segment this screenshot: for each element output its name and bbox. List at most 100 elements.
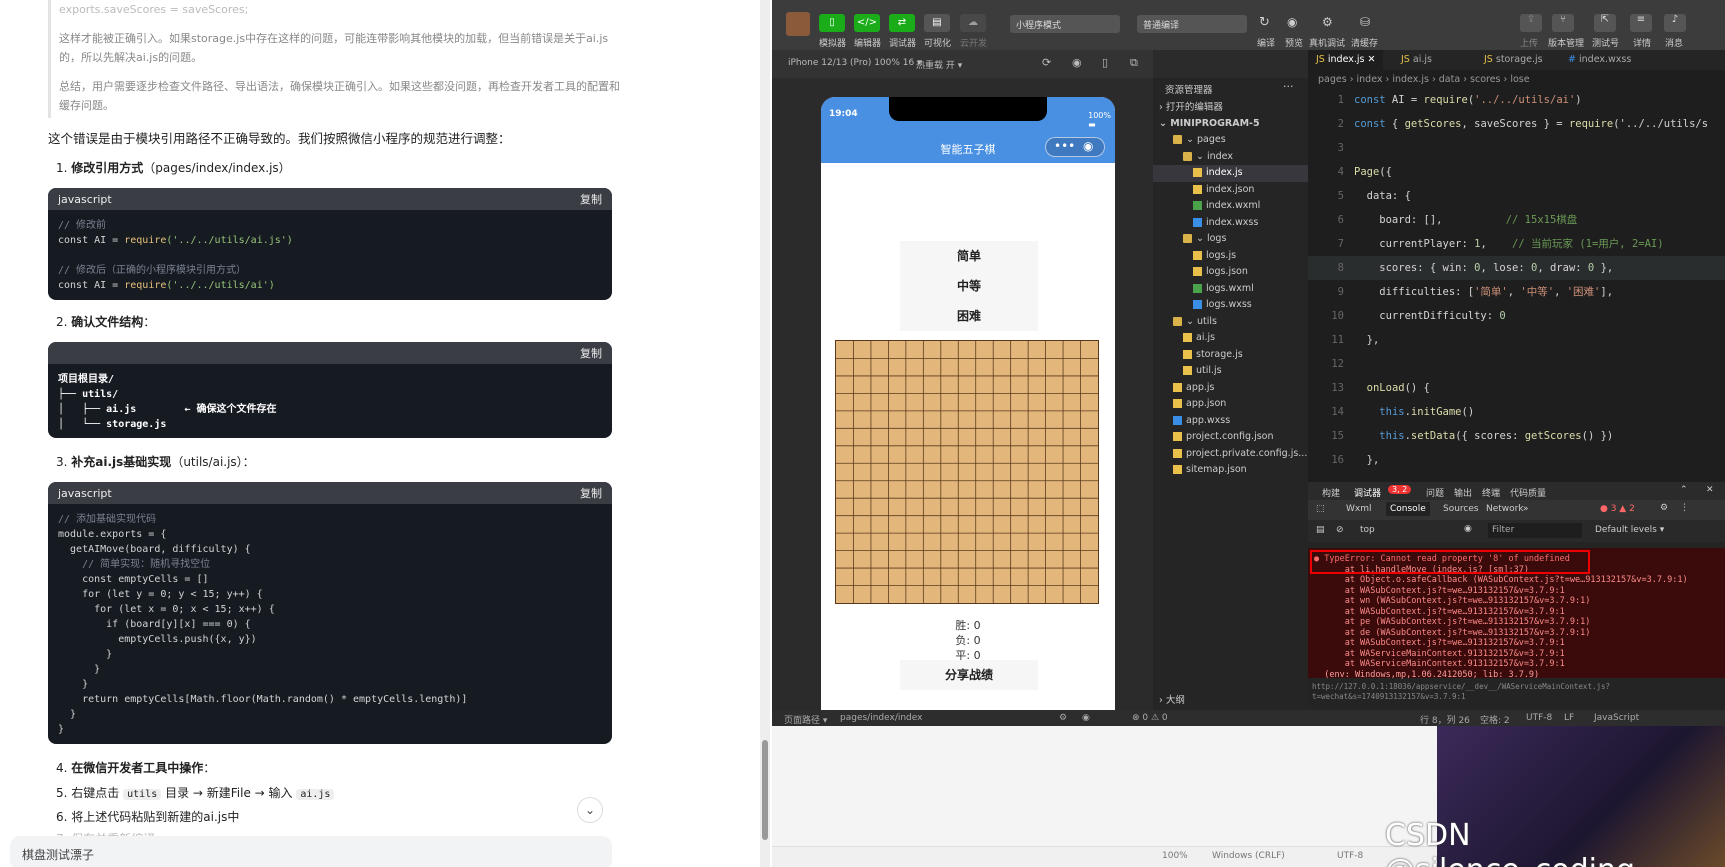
console-tab[interactable]: Wxml <box>1346 504 1372 514</box>
eye-icon[interactable]: ◉ <box>1082 713 1090 723</box>
kebab-icon[interactable]: ⋮ <box>1680 503 1689 513</box>
tree-folder[interactable]: ⌄ pages <box>1153 132 1308 149</box>
avatar[interactable] <box>786 12 810 36</box>
tree-file[interactable]: util.js <box>1153 363 1308 380</box>
console-error-line[interactable]: at WASubContext.js?t=we…913132157&v=3.7.… <box>1314 607 1719 618</box>
editor-line[interactable]: 6 board: [], // 15x15棋盘 <box>1308 208 1725 232</box>
console-error-line[interactable]: at WAServiceMainContext.913132157&v=3.7.… <box>1314 649 1719 660</box>
editor-line[interactable]: 15 this.setData({ scores: getScores() }) <box>1308 424 1725 448</box>
tree-file[interactable]: app.js <box>1153 380 1308 397</box>
preview-icon[interactable]: ◉ <box>1287 15 1297 29</box>
project-root[interactable]: ⌄ MINIPROGRAM-5 <box>1159 116 1260 133</box>
tree-file[interactable]: logs.wxss <box>1153 297 1308 314</box>
compile-icon[interactable]: ↻ <box>1259 15 1270 30</box>
tree-file[interactable]: index.wxss <box>1153 215 1308 232</box>
open-editors-section[interactable]: › 打开的编辑器 <box>1159 100 1223 117</box>
outline-section[interactable]: › 大纲 <box>1159 693 1185 710</box>
mode-dropdown[interactable]: 小程序模式 <box>1010 15 1120 33</box>
devtools-tab[interactable]: 构建 <box>1322 486 1340 499</box>
source-url[interactable]: http://127.0.0.1:18036/appservice/__dev_… <box>1312 682 1722 702</box>
more-dots-icon[interactable]: ••• <box>1054 139 1075 153</box>
console-error-line[interactable]: at wn (WASubContext.js?t=we…913132157&v=… <box>1314 596 1719 607</box>
editor-line[interactable]: 9 difficulties: ['简单', '中等', '困难'], <box>1308 280 1725 304</box>
difficulty-easy-button[interactable]: 简单 <box>900 241 1038 271</box>
record-icon[interactable]: ◉ <box>1072 56 1082 69</box>
devtools-tab-active[interactable]: 调试器 <box>1354 486 1381 499</box>
copy-button[interactable]: 复制 <box>580 485 602 501</box>
collapse-icon[interactable]: ⌃ <box>1680 485 1688 495</box>
tree-file[interactable]: ai.js <box>1153 330 1308 347</box>
more-icon[interactable]: ··· <box>1283 80 1294 93</box>
breadcrumb[interactable]: pages › index › index.js › data › scores… <box>1318 74 1530 85</box>
context-select[interactable]: top <box>1360 525 1455 535</box>
tree-folder[interactable]: ⌄ logs <box>1153 231 1308 248</box>
clear-console-icon[interactable]: ⊘ <box>1336 525 1344 535</box>
difficulty-hard-button[interactable]: 困难 <box>900 301 1038 331</box>
difficulty-medium-button[interactable]: 中等 <box>900 271 1038 301</box>
tree-file[interactable]: logs.json <box>1153 264 1308 281</box>
tree-file[interactable]: app.json <box>1153 396 1308 413</box>
tab-index-js[interactable]: JS index.js ✕ <box>1308 50 1384 70</box>
code-lines[interactable]: 1 const AI = require('../../utils/ai') 2 co… <box>1308 88 1725 472</box>
console-tab[interactable]: Sources <box>1443 504 1479 514</box>
tree-file[interactable]: index.js <box>1153 165 1308 182</box>
console-error-line[interactable]: (env: Windows,mp,1.06.2412050; lib: 3.7.… <box>1314 670 1719 681</box>
expand-chevron-icon[interactable]: ⌄ <box>577 797 603 823</box>
upload-button[interactable]: ⇪ <box>1520 14 1542 32</box>
tab-index-wxss[interactable]: # index.wxss <box>1560 50 1639 70</box>
capsule-menu[interactable]: ••• ◉ <box>1045 137 1105 157</box>
rotate-icon[interactable]: ⟳ <box>1042 56 1051 69</box>
tab-ai-js[interactable]: JS ai.js <box>1393 50 1440 70</box>
editor-line[interactable]: 10 currentDifficulty: 0 <box>1308 304 1725 328</box>
console-error-line[interactable]: at Object.o.safeCallback (WASubContext.j… <box>1314 575 1719 586</box>
version-button[interactable]: ⑂ <box>1552 14 1574 32</box>
gomoku-board[interactable] <box>835 340 1099 604</box>
tree-file[interactable]: logs.js <box>1153 248 1308 265</box>
devtools-tab[interactable]: 代码质量 <box>1510 486 1546 499</box>
cloud-toggle-button[interactable]: ☁ <box>960 14 986 32</box>
chat-input[interactable]: 棋盘测试漂子 <box>10 836 612 867</box>
error-summary[interactable]: ⊗ 0 ⚠ 0 <box>1132 713 1168 723</box>
editor-line[interactable]: 13 onLoad() { <box>1308 376 1725 400</box>
settings-gear-icon[interactable]: ⚙ <box>1660 503 1668 513</box>
cursor-position[interactable]: 行 8，列 26 <box>1420 713 1470 726</box>
console-tab-active[interactable]: Console <box>1386 502 1430 516</box>
editor-line[interactable]: 14 this.initGame() <box>1308 400 1725 424</box>
visual-toggle-button[interactable]: ▤ <box>924 14 950 32</box>
bug-icon[interactable]: ⚙ <box>1059 713 1067 723</box>
popout-icon[interactable]: ⧉ <box>1130 56 1138 70</box>
test-account-button[interactable]: ⇱ <box>1594 14 1616 32</box>
page-path[interactable]: pages/index/index <box>840 713 922 723</box>
editor-toggle-button[interactable]: </> <box>854 14 880 32</box>
tree-file[interactable]: index.json <box>1153 182 1308 199</box>
editor-line[interactable]: 12 <box>1308 352 1725 376</box>
remote-debug-icon[interactable]: ⚙ <box>1322 15 1333 29</box>
editor-line[interactable]: 5 data: { <box>1308 184 1725 208</box>
editor-line[interactable]: 16 }, <box>1308 448 1725 472</box>
tree-file[interactable]: storage.js <box>1153 347 1308 364</box>
console-tab[interactable]: » <box>1523 504 1529 514</box>
tab-storage-js[interactable]: JS storage.js <box>1476 50 1551 70</box>
scrollbar[interactable] <box>760 0 770 867</box>
filter-input[interactable]: Filter <box>1488 523 1582 538</box>
board-grid[interactable] <box>836 341 1098 603</box>
editor-line[interactable]: 3 <box>1308 136 1725 160</box>
editor-line[interactable]: 4 Page({ <box>1308 160 1725 184</box>
tree-folder[interactable]: ⌄ utils <box>1153 314 1308 331</box>
tree-file[interactable]: project.config.json <box>1153 429 1308 446</box>
console-error-line[interactable]: at WASubContext.js?t=we…913132157&v=3.7.… <box>1314 586 1719 597</box>
line-ending[interactable]: LF <box>1564 713 1574 723</box>
tree-file[interactable]: sitemap.json <box>1153 462 1308 479</box>
sidebar-icon[interactable]: ▤ <box>1316 525 1325 535</box>
tree-file[interactable]: logs.wxml <box>1153 281 1308 298</box>
tree-file[interactable]: project.private.config.js... <box>1153 446 1308 463</box>
compile-dropdown[interactable]: 普通编译 <box>1137 15 1247 33</box>
eye-icon[interactable]: ◉ <box>1464 524 1472 534</box>
scrollbar-thumb[interactable] <box>762 740 768 840</box>
editor-line[interactable]: 7 currentPlayer: 1, // 当前玩家 (1=用户, 2=AI) <box>1308 232 1725 256</box>
hotreload-toggle[interactable]: 热重载 开 ▾ <box>916 58 962 71</box>
console-error-line[interactable]: at WASubContext.js?t=we…913132157&v=3.7.… <box>1314 638 1719 649</box>
language-mode[interactable]: JavaScript <box>1594 713 1639 723</box>
tree-file[interactable]: app.wxss <box>1153 413 1308 430</box>
share-button[interactable]: 分享战绩 <box>900 660 1038 690</box>
